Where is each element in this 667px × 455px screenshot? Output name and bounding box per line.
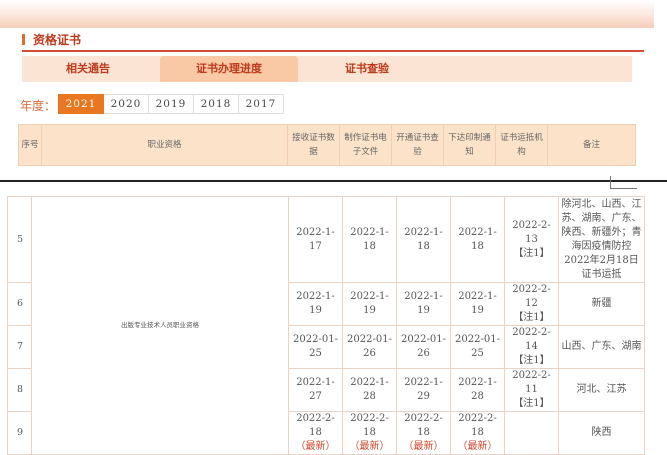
shipped-date: 2022-2-13 bbox=[512, 219, 551, 245]
remark: 山西、广东、湖南 bbox=[558, 325, 645, 369]
tab-certificate-progress[interactable]: 证书办理进度 bbox=[160, 56, 298, 82]
section-title: 资格证书 bbox=[22, 31, 81, 48]
top-banner bbox=[0, 0, 654, 28]
print-date: 2022-1-18 bbox=[450, 196, 505, 283]
received-date: 2022-2-18 bbox=[296, 413, 335, 438]
year-option-2019[interactable]: 2019 bbox=[149, 94, 194, 114]
print-date: 2022-1-28 bbox=[450, 368, 505, 412]
check-date: 2022-2-18 bbox=[404, 413, 443, 438]
shipped-date: 2022-2-12 bbox=[512, 284, 551, 309]
remark: 除河北、山西、江苏、湖南、广东、陕西、新疆外；青海因疫情防控2022年2月18日… bbox=[558, 196, 645, 283]
received-date: 2022-1-17 bbox=[288, 196, 343, 283]
year-option-2020[interactable]: 2020 bbox=[104, 94, 149, 114]
header-qualification: 职业资格 bbox=[41, 124, 288, 166]
row-no: 5 bbox=[7, 196, 32, 283]
section-title-text: 资格证书 bbox=[33, 33, 82, 47]
print-date: 2022-1-19 bbox=[450, 282, 505, 326]
latest-badge: （最新） bbox=[349, 441, 390, 452]
row-no: 6 bbox=[7, 282, 32, 326]
check-date: 2022-01-26 bbox=[396, 325, 451, 369]
print-date: 2022-01-25 bbox=[450, 325, 505, 369]
section-underline bbox=[22, 50, 644, 52]
received-date: 2022-01-25 bbox=[288, 325, 343, 369]
header-print: 下达印制通知 bbox=[443, 124, 496, 166]
remark: 陕西 bbox=[558, 411, 645, 455]
table-row: 5 出版专业技术人员职业资格 2022-1-17 2022-1-18 2022-… bbox=[7, 196, 645, 455]
shipped-cell: 2022-2-11 【注1】 bbox=[504, 368, 559, 412]
tab-announcements[interactable]: 相关通告 bbox=[38, 56, 138, 82]
made-date: 2022-01-26 bbox=[342, 325, 397, 369]
tab-bar: 相关通告 证书办理进度 证书查验 bbox=[22, 56, 632, 82]
shipped-cell: 2022-2-12 【注1】 bbox=[504, 282, 559, 326]
shipped-cell: 2022-2-13 【注1】 bbox=[504, 196, 559, 283]
print-date: 2022-2-18 bbox=[458, 413, 497, 438]
year-option-2021[interactable]: 2021 bbox=[58, 94, 104, 114]
note-link[interactable]: 【注1】 bbox=[506, 354, 557, 368]
made-date: 2022-1-28 bbox=[342, 368, 397, 412]
check-date: 2022-1-29 bbox=[396, 368, 451, 412]
screenshot-divider bbox=[0, 180, 667, 182]
header-check: 开通证书查验 bbox=[391, 124, 444, 166]
progress-table-body: 5 出版专业技术人员职业资格 2022-1-17 2022-1-18 2022-… bbox=[7, 196, 645, 455]
made-date: 2022-1-19 bbox=[342, 282, 397, 326]
title-accent-bar bbox=[22, 34, 25, 45]
check-cell: 2022-2-18 （最新） bbox=[396, 411, 451, 455]
qualification-cell: 出版专业技术人员职业资格 bbox=[31, 196, 289, 455]
check-date: 2022-1-19 bbox=[396, 282, 451, 326]
latest-badge: （最新） bbox=[403, 441, 444, 452]
tab-certificate-verify[interactable]: 证书查验 bbox=[322, 56, 412, 82]
note-link[interactable]: 【注1】 bbox=[506, 397, 557, 411]
latest-badge: （最新） bbox=[457, 441, 498, 452]
progress-table-header: 序号 职业资格 接收证书数据 制作证书电子文件 开通证书查验 下达印制通知 证书… bbox=[18, 124, 636, 166]
corner-mark bbox=[610, 176, 637, 189]
made-date: 2022-1-18 bbox=[342, 196, 397, 283]
header-shipped: 证书运抵机构 bbox=[495, 124, 548, 166]
print-cell: 2022-2-18 （最新） bbox=[450, 411, 505, 455]
header-no: 序号 bbox=[18, 124, 42, 166]
shipped-cell: 2022-2-14 【注1】 bbox=[504, 325, 559, 369]
latest-badge: （最新） bbox=[295, 441, 336, 452]
shipped-date: 2022-2-11 bbox=[512, 370, 551, 395]
remark: 河北、江苏 bbox=[558, 368, 645, 412]
year-option-2018[interactable]: 2018 bbox=[194, 94, 239, 114]
row-no: 8 bbox=[7, 368, 32, 412]
shipped-date: 2022-2-14 bbox=[512, 327, 551, 352]
header-received: 接收证书数据 bbox=[287, 124, 340, 166]
received-date: 2022-1-19 bbox=[288, 282, 343, 326]
row-no: 7 bbox=[7, 325, 32, 369]
check-date: 2022-1-18 bbox=[396, 196, 451, 283]
header-remark: 备注 bbox=[547, 124, 636, 166]
row-no: 9 bbox=[7, 411, 32, 455]
year-option-2017[interactable]: 2017 bbox=[239, 94, 284, 114]
year-label: 年度： bbox=[20, 99, 57, 113]
header-made: 制作证书电子文件 bbox=[339, 124, 392, 166]
year-selector: 2021 2020 2019 2018 2017 bbox=[58, 94, 284, 114]
note-link[interactable]: 【注1】 bbox=[506, 311, 557, 325]
remark: 新疆 bbox=[558, 282, 645, 326]
made-cell: 2022-2-18 （最新） bbox=[342, 411, 397, 455]
received-cell: 2022-2-18 （最新） bbox=[288, 411, 343, 455]
shipped-date bbox=[504, 411, 559, 455]
received-date: 2022-1-27 bbox=[288, 368, 343, 412]
made-date: 2022-2-18 bbox=[350, 413, 389, 438]
note-link[interactable]: 【注1】 bbox=[506, 247, 557, 261]
